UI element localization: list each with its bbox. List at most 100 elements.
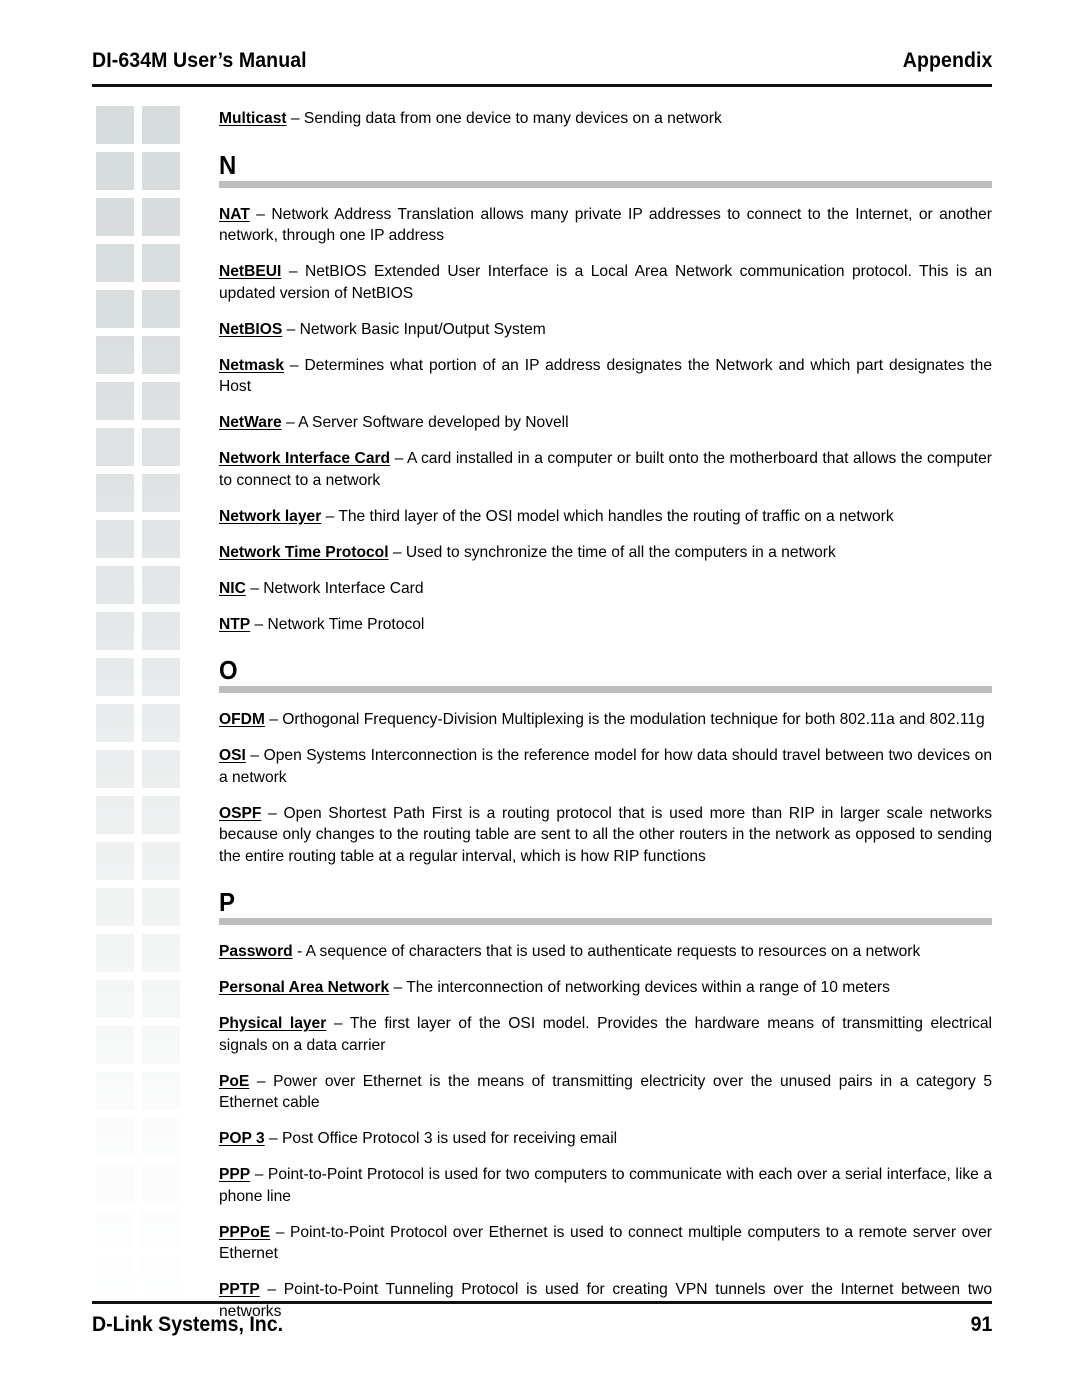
glossary-definition: – Used to synchronize the time of all th… xyxy=(388,543,836,561)
decorative-square xyxy=(142,842,180,880)
decorative-square xyxy=(96,704,134,742)
section-letter: P xyxy=(219,887,235,917)
decorative-square-grid xyxy=(96,106,184,1298)
glossary-term: POP 3 xyxy=(219,1130,265,1147)
decorative-square xyxy=(96,244,134,282)
glossary-entry: Physical layer – The first layer of the … xyxy=(219,1013,992,1056)
decorative-grid-fade-overlay xyxy=(90,106,194,1302)
glossary-term: Network Interface Card xyxy=(219,450,391,467)
decorative-square xyxy=(96,842,134,880)
glossary-definition: – Network Basic Input/Output System xyxy=(282,320,546,338)
glossary-section-p: P Password - A sequence of characters tha… xyxy=(219,887,992,1322)
glossary-term: OFDM xyxy=(219,711,265,728)
glossary-entry: Network Time Protocol – Used to synchron… xyxy=(219,542,992,564)
decorative-square xyxy=(96,1026,134,1064)
decorative-square xyxy=(96,1118,134,1156)
glossary-definition: - A sequence of characters that is used … xyxy=(292,943,921,960)
decorative-square xyxy=(142,336,180,374)
glossary-term: Personal Area Network xyxy=(219,979,390,996)
glossary-entry: OFDM – Orthogonal Frequency-Division Mul… xyxy=(219,709,992,731)
glossary-definition: – Point-to-Point Protocol over Ethernet … xyxy=(219,1223,992,1263)
glossary-entry: Network Interface Card – A card installe… xyxy=(219,448,992,491)
decorative-square xyxy=(96,888,134,926)
decorative-square xyxy=(96,1072,134,1110)
section-entries: Password - A sequence of characters that… xyxy=(219,939,992,1322)
glossary-definition: – Power over Ethernet is the means of tr… xyxy=(219,1072,992,1112)
footer-company-name: D-Link Systems, Inc. xyxy=(92,1313,284,1336)
glossary-entry: Personal Area Network – The interconnect… xyxy=(219,977,992,999)
decorative-square xyxy=(142,290,180,328)
glossary-definition: – The first layer of the OSI model. Prov… xyxy=(219,1015,992,1054)
decorative-square xyxy=(142,980,180,1018)
manual-title: DI-634M User’s Manual xyxy=(92,49,307,72)
decorative-square xyxy=(96,520,134,558)
glossary-term: PPPoE xyxy=(219,1223,271,1241)
glossary-term: Network Time Protocol xyxy=(219,543,389,561)
decorative-square xyxy=(142,750,180,788)
section-divider-bar xyxy=(219,918,992,925)
decorative-square xyxy=(142,520,180,558)
running-footer: D-Link Systems, Inc. 91 xyxy=(92,1312,992,1338)
glossary-definition: – A Server Software developed by Novell xyxy=(281,414,569,431)
glossary-definition: – Post Office Protocol 3 is used for rec… xyxy=(264,1130,618,1147)
decorative-square xyxy=(96,934,134,972)
decorative-square xyxy=(96,1256,134,1294)
section-heading: O xyxy=(219,655,992,701)
section-letter: N xyxy=(219,149,237,180)
glossary-entry: Password - A sequence of characters that… xyxy=(219,941,992,963)
glossary-term: NetWare xyxy=(219,414,282,431)
section-letter: O xyxy=(219,655,238,685)
glossary-term: OSPF xyxy=(219,804,262,822)
glossary-section-o: O OFDM – Orthogonal Frequency-Division Mu… xyxy=(219,655,992,867)
glossary-definition: – Determines what portion of an IP addre… xyxy=(219,356,992,396)
footer-page-number: 91 xyxy=(970,1313,992,1336)
glossary-entry: OSI – Open Systems Interconnection is th… xyxy=(219,745,992,788)
glossary-term: OSI xyxy=(219,747,246,764)
decorative-square xyxy=(142,198,180,236)
glossary-term: NetBEUI xyxy=(219,263,282,280)
glossary-term: NAT xyxy=(219,205,250,223)
glossary-definition: – Point-to-Point Protocol is used for tw… xyxy=(219,1166,992,1205)
header-section-label: Appendix xyxy=(902,49,992,72)
glossary-entry: NTP – Network Time Protocol xyxy=(219,614,992,636)
decorative-square xyxy=(96,336,134,374)
glossary-definition: – Network Time Protocol xyxy=(250,615,425,633)
glossary-entry: NetBIOS – Network Basic Input/Output Sys… xyxy=(219,319,992,341)
section-heading: N xyxy=(219,150,992,196)
decorative-square xyxy=(96,290,134,328)
decorative-square xyxy=(96,566,134,604)
header-divider-rule xyxy=(92,84,992,87)
glossary-definition: – Open Shortest Path First is a routing … xyxy=(219,804,992,865)
decorative-square xyxy=(96,1210,134,1248)
decorative-square xyxy=(96,382,134,420)
decorative-square xyxy=(142,428,180,466)
glossary-definition: – Network Address Translation allows man… xyxy=(219,205,992,245)
glossary-entry: PPP – Point-to-Point Protocol is used fo… xyxy=(219,1164,992,1207)
glossary-entry: NAT – Network Address Translation allows… xyxy=(219,204,992,247)
glossary-definition: – Network Interface Card xyxy=(245,579,424,597)
decorative-square xyxy=(96,796,134,834)
decorative-square xyxy=(96,1164,134,1202)
glossary-term: NTP xyxy=(219,615,251,633)
section-entries: OFDM – Orthogonal Frequency-Division Mul… xyxy=(219,707,992,867)
glossary-entry: POP 3 – Post Office Protocol 3 is used f… xyxy=(219,1128,992,1150)
glossary-entry: PPPoE – Point-to-Point Protocol over Eth… xyxy=(219,1222,992,1265)
decorative-square xyxy=(142,152,180,190)
glossary-definition: – Orthogonal Frequency-Division Multiple… xyxy=(264,711,985,728)
decorative-square xyxy=(142,612,180,650)
glossary-term: Netmask xyxy=(219,356,285,374)
decorative-square xyxy=(142,934,180,972)
glossary-term: PPTP xyxy=(219,1281,260,1298)
section-entries: NAT – Network Address Translation allows… xyxy=(219,202,992,636)
decorative-square xyxy=(96,474,134,512)
glossary-entry: NIC – Network Interface Card xyxy=(219,578,992,600)
decorative-square xyxy=(142,796,180,834)
section-heading: P xyxy=(219,887,992,933)
glossary-entry: OSPF – Open Shortest Path First is a rou… xyxy=(219,803,992,868)
glossary-entry: NetBEUI – NetBIOS Extended User Interfac… xyxy=(219,261,992,304)
glossary-entry: Network layer – The third layer of the O… xyxy=(219,506,992,528)
decorative-square xyxy=(142,1256,180,1294)
decorative-square xyxy=(96,612,134,650)
glossary-term: NetBIOS xyxy=(219,320,283,338)
glossary-term: Physical layer xyxy=(219,1015,327,1032)
